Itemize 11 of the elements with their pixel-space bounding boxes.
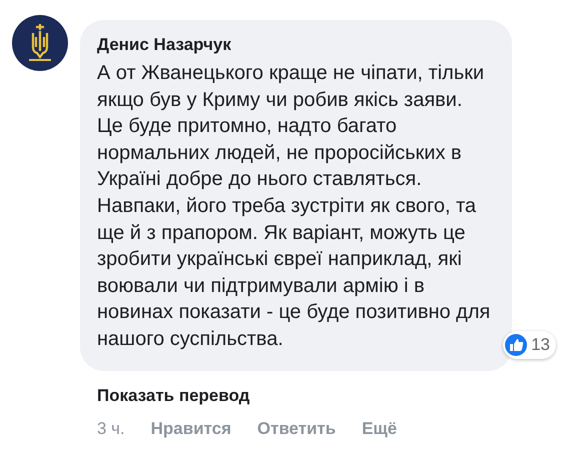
thumbs-up-icon (505, 334, 528, 356)
timestamp: 3 ч. (97, 418, 125, 440)
action-link[interactable]: Нравится (150, 416, 232, 442)
show-translation-link[interactable]: Показать перевод (97, 382, 250, 408)
reaction-count: 13 (531, 334, 550, 356)
action-link[interactable]: Ещё (362, 416, 397, 442)
author-name[interactable]: Денис Назарчук (97, 34, 232, 56)
comment-text: А от Жванецького краще не чіпати, тільки якщо був у Криму чи робив якісь заяви. Це буде притомно, надто багато нормальних людей, не проросійських в Україні добре до нього ставляться. Навпаки, його треба зустріти як свого, та ще й з прапором. Як варіант, можуть це зробити українські євреї наприклад, які воювали чи підтримували армію і в новинах показати - це буде позитивно для нашого суспільства. (97, 61, 492, 352)
action-link[interactable]: Ответить (257, 416, 336, 442)
reaction-badge[interactable]: 13 (503, 330, 556, 359)
avatar-logo-icon[interactable] (12, 15, 68, 71)
